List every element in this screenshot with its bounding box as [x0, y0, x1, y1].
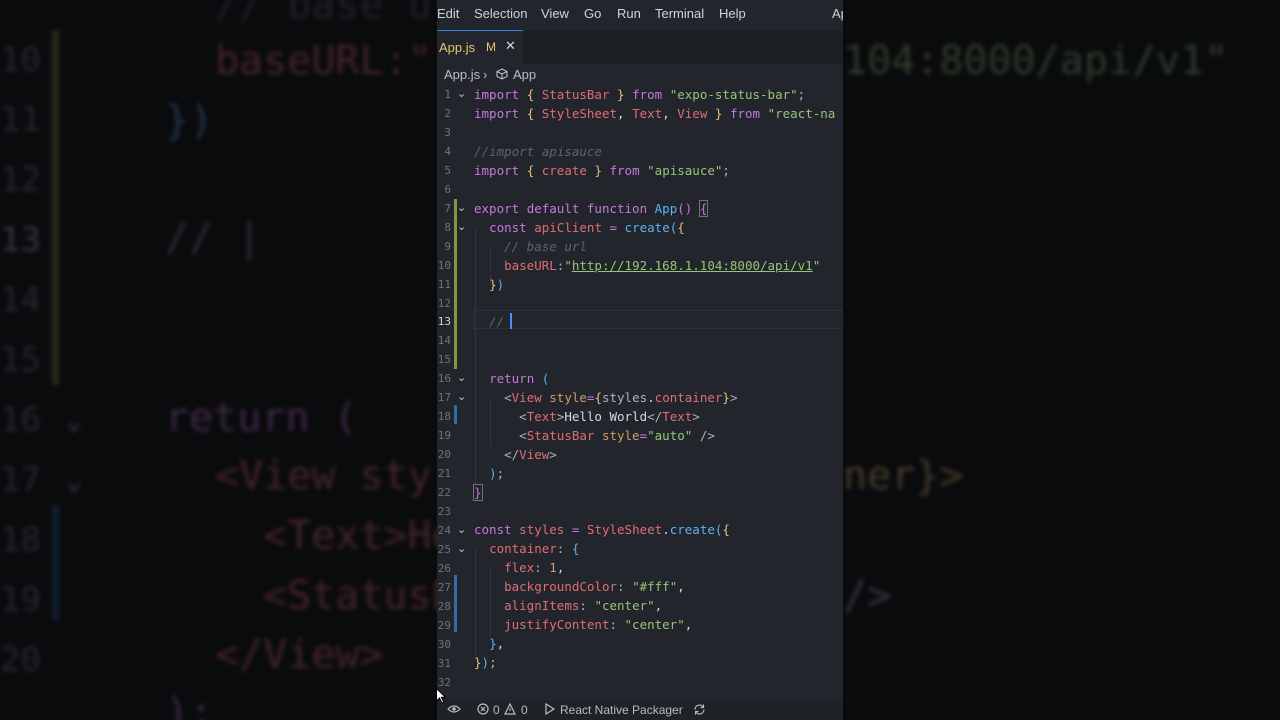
- line-number: 28: [437, 600, 451, 613]
- line-number: 13: [437, 315, 451, 328]
- run-icon[interactable]: [545, 702, 556, 717]
- window-title-truncated: Ap: [832, 6, 843, 21]
- chevron-down-icon[interactable]: ⌄: [457, 390, 466, 403]
- line-number: 14: [437, 334, 451, 347]
- code-line: container: {: [489, 541, 580, 556]
- line-number: 20: [437, 448, 451, 461]
- breadcrumb: App.js › App: [437, 64, 843, 86]
- line-number: 4: [444, 145, 451, 158]
- code-line: );: [489, 466, 505, 481]
- code-line: alignItems: "center",: [504, 598, 663, 613]
- line-number: 29: [437, 619, 451, 632]
- react-native-packager[interactable]: React Native Packager: [560, 703, 683, 717]
- line-number: 6: [444, 183, 451, 196]
- code-line: }): [489, 277, 505, 292]
- breadcrumb-symbol[interactable]: App: [513, 67, 536, 82]
- line-number: 12: [437, 297, 451, 310]
- line-number: 1: [444, 88, 451, 101]
- code-line: </View>: [504, 447, 557, 462]
- sync-icon[interactable]: [693, 703, 706, 717]
- line-number: 30: [437, 638, 451, 651]
- line-number: 17: [437, 391, 451, 404]
- line-number: 23: [437, 505, 451, 518]
- current-line-highlight: [473, 310, 843, 329]
- code-line: import { StyleSheet, Text, View } from "…: [474, 106, 836, 121]
- remote-icon[interactable]: [447, 703, 461, 718]
- mouse-pointer-icon: [436, 687, 447, 708]
- menu-go[interactable]: Go: [584, 6, 601, 21]
- code-line: baseURL:"http://192.168.1.104:8000/api/v…: [504, 258, 821, 273]
- close-icon[interactable]: ✕: [505, 39, 516, 54]
- line-number: 11: [437, 278, 451, 291]
- line-number: 5: [444, 164, 451, 177]
- menu-edit[interactable]: Edit: [437, 6, 459, 21]
- code-area[interactable]: 1 ⌄ 2 3 4 5 6 7 ⌄ 8 ⌄ 9 10 11 12 13 14 15 16 ⌄ 17 ⌄ 18 19 20 21 22…: [437, 85, 843, 700]
- menu-selection[interactable]: Selection: [474, 6, 527, 21]
- chevron-down-icon[interactable]: ⌄: [457, 371, 466, 384]
- line-number: 19: [437, 429, 451, 442]
- code-line: export default function App() {: [474, 200, 709, 217]
- line-number: 18: [437, 410, 451, 423]
- line-number: 7: [444, 202, 451, 215]
- code-line: });: [474, 655, 497, 670]
- menu-terminal[interactable]: Terminal: [655, 6, 704, 21]
- line-number: 3: [444, 126, 451, 139]
- code-line: <View style={styles.container}>: [504, 390, 738, 405]
- line-number: 22: [437, 486, 451, 499]
- chevron-down-icon[interactable]: ⌄: [457, 542, 466, 555]
- code-line: import { create } from "apisauce";: [474, 163, 730, 178]
- chevron-down-icon[interactable]: ⌄: [457, 523, 466, 536]
- line-number: 2: [444, 107, 451, 120]
- line-number: 25: [437, 543, 451, 556]
- chevron-down-icon[interactable]: ⌄: [457, 201, 466, 214]
- status-bar: 0 0 React Native Packager: [437, 700, 843, 720]
- menu-run[interactable]: Run: [617, 6, 641, 21]
- code-line: // base url: [504, 239, 587, 254]
- code-editor-window: Edit Selection View Go Run Terminal Help…: [437, 0, 843, 720]
- code-line: backgroundColor: "#fff",: [504, 579, 685, 594]
- code-line: const styles = StyleSheet.create({: [474, 522, 730, 537]
- text-cursor: [510, 313, 512, 329]
- code-line: import { StatusBar } from "expo-status-b…: [474, 87, 806, 102]
- code-line: return (: [489, 371, 550, 386]
- symbol-icon: [496, 68, 508, 83]
- breadcrumb-separator: ›: [483, 67, 488, 82]
- code-line: //import apisauce: [474, 144, 602, 159]
- warning-icon[interactable]: [504, 702, 516, 717]
- menu-help[interactable]: Help: [719, 6, 746, 21]
- code-line: <Text>Hello World</Text>: [519, 409, 700, 424]
- line-number: 15: [437, 353, 451, 366]
- line-number: 26: [437, 562, 451, 575]
- line-number: 10: [437, 259, 451, 272]
- line-number: 24: [437, 524, 451, 537]
- git-modified-bar: [454, 575, 457, 632]
- line-number: 9: [444, 240, 451, 253]
- tab-bar: App.js M ✕: [437, 30, 843, 64]
- menu-bar: Edit Selection View Go Run Terminal Help…: [437, 0, 843, 30]
- code-line: <StatusBar style="auto" />: [519, 428, 715, 443]
- git-modified-bar: [454, 405, 457, 424]
- chevron-down-icon[interactable]: ⌄: [457, 87, 466, 100]
- code-line: const apiClient = create({: [489, 220, 685, 235]
- modified-indicator: M: [486, 40, 496, 54]
- line-number: 27: [437, 581, 451, 594]
- code-line: }: [473, 484, 483, 501]
- tab-label: App.js: [439, 40, 476, 55]
- menu-view[interactable]: View: [541, 6, 569, 21]
- line-number: 31: [437, 657, 451, 670]
- code-line: //: [489, 314, 512, 329]
- line-number: 8: [444, 221, 451, 234]
- breadcrumb-file[interactable]: App.js: [444, 67, 480, 82]
- line-number: 16: [437, 372, 451, 385]
- code-line: },: [489, 636, 505, 651]
- code-line: flex: 1,: [504, 560, 565, 575]
- tab-app-js[interactable]: App.js M ✕: [437, 30, 523, 64]
- line-number: 21: [437, 467, 451, 480]
- warning-count[interactable]: 0: [521, 703, 528, 717]
- chevron-down-icon[interactable]: ⌄: [457, 220, 466, 233]
- error-count[interactable]: 0: [493, 703, 500, 717]
- error-icon[interactable]: [477, 703, 489, 717]
- code-line: justifyContent: "center",: [504, 617, 693, 632]
